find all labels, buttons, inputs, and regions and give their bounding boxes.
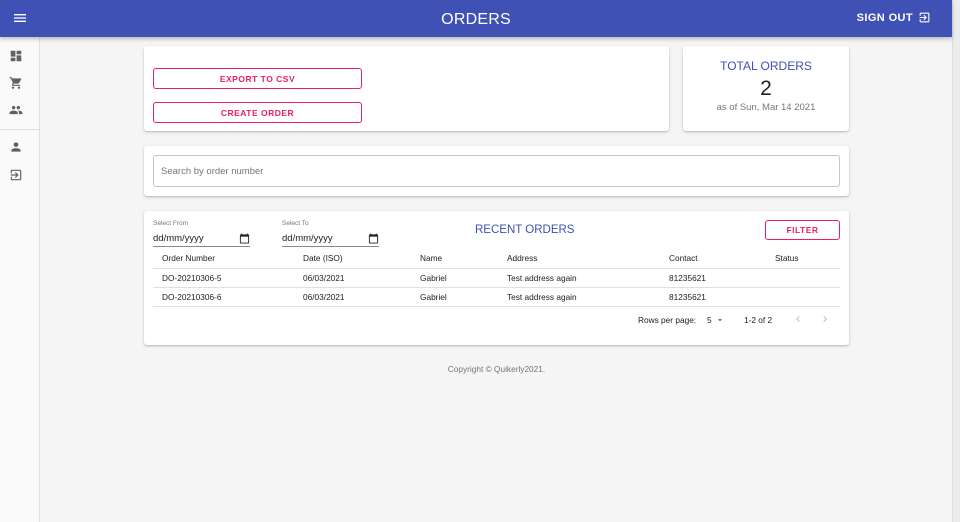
actions-card: EXPORT TO CSV CREATE ORDER <box>144 46 669 131</box>
rows-per-page-value: 5 <box>707 315 712 325</box>
column-header[interactable]: Address <box>498 249 660 269</box>
date-cell: 06/03/2021 <box>294 268 411 288</box>
dropdown-arrow-icon <box>717 319 722 322</box>
table-row[interactable]: DO-20210306-6 06/03/2021 Gabriel Test ad… <box>153 287 840 307</box>
sign-out-label: SIGN OUT <box>856 11 913 24</box>
column-header[interactable]: Contact <box>660 249 766 269</box>
drawer-divider <box>0 129 40 130</box>
dashboard-icon[interactable] <box>9 49 23 63</box>
select-from-date-field[interactable]: dd/mm/yyyy <box>153 231 250 247</box>
status-cell <box>766 287 840 307</box>
select-from-label: Select From <box>153 220 189 227</box>
person-icon[interactable] <box>9 140 23 154</box>
table-header-row: Order Number Date (ISO) Name Address Con… <box>153 249 840 269</box>
footer-copyright: Copyright © Quikerly2021. <box>447 364 546 374</box>
total-orders-date: as of Sun, Mar 14 2021 <box>716 102 816 113</box>
exit-icon <box>919 12 930 23</box>
orders-table: Order Number Date (ISO) Name Address Con… <box>153 249 840 307</box>
chevron-left-icon[interactable] <box>792 313 804 325</box>
select-to-value: dd/mm/yyyy <box>282 233 333 244</box>
page-scrollbar[interactable] <box>952 0 960 522</box>
name-cell: Gabriel <box>411 268 498 288</box>
search-input[interactable] <box>153 155 840 187</box>
select-to-date-field[interactable]: dd/mm/yyyy <box>282 231 379 247</box>
pagination-range: 1-2 of 2 <box>744 315 773 325</box>
rows-per-page-label: Rows per page: <box>638 315 697 325</box>
exit-icon[interactable] <box>9 168 23 182</box>
total-orders-title: TOTAL ORDERS <box>720 59 812 73</box>
column-header[interactable]: Date (ISO) <box>294 249 411 269</box>
name-cell: Gabriel <box>411 287 498 307</box>
date-cell: 06/03/2021 <box>294 287 411 307</box>
total-orders-card: TOTAL ORDERS 2 as of Sun, Mar 14 2021 <box>683 46 849 131</box>
export-csv-button[interactable]: EXPORT TO CSV <box>153 68 362 89</box>
recent-orders-card: Select From dd/mm/yyyy Select To dd/mm/y… <box>144 211 849 345</box>
table-row[interactable]: DO-20210306-5 06/03/2021 Gabriel Test ad… <box>153 268 840 288</box>
contact-cell: 81235621 <box>660 287 766 307</box>
people-icon[interactable] <box>9 103 23 117</box>
calendar-icon[interactable] <box>368 233 379 244</box>
column-header[interactable]: Status <box>766 249 840 269</box>
select-to-label: Select To <box>282 220 309 227</box>
address-cell: Test address again <box>498 287 660 307</box>
calendar-icon[interactable] <box>239 233 250 244</box>
app-bar: ORDERS SIGN OUT <box>0 0 952 37</box>
chevron-right-icon[interactable] <box>819 313 831 325</box>
order-number-cell: DO-20210306-5 <box>153 268 294 288</box>
select-from-value: dd/mm/yyyy <box>153 233 204 244</box>
cart-icon[interactable] <box>9 76 23 90</box>
column-header[interactable]: Name <box>411 249 498 269</box>
status-cell <box>766 268 840 288</box>
search-card <box>144 146 849 196</box>
page-title: ORDERS <box>441 11 511 28</box>
rows-per-page-select[interactable]: 5 <box>707 315 725 325</box>
address-cell: Test address again <box>498 268 660 288</box>
sign-out-button[interactable]: SIGN OUT <box>857 11 931 24</box>
create-order-button[interactable]: CREATE ORDER <box>153 102 362 123</box>
contact-cell: 81235621 <box>660 268 766 288</box>
recent-orders-title: RECENT ORDERS <box>475 224 575 236</box>
order-number-cell: DO-20210306-6 <box>153 287 294 307</box>
column-header[interactable]: Order Number <box>153 249 294 269</box>
total-orders-value: 2 <box>760 77 772 100</box>
filter-button[interactable]: FILTER <box>765 220 840 240</box>
side-drawer <box>0 37 40 522</box>
